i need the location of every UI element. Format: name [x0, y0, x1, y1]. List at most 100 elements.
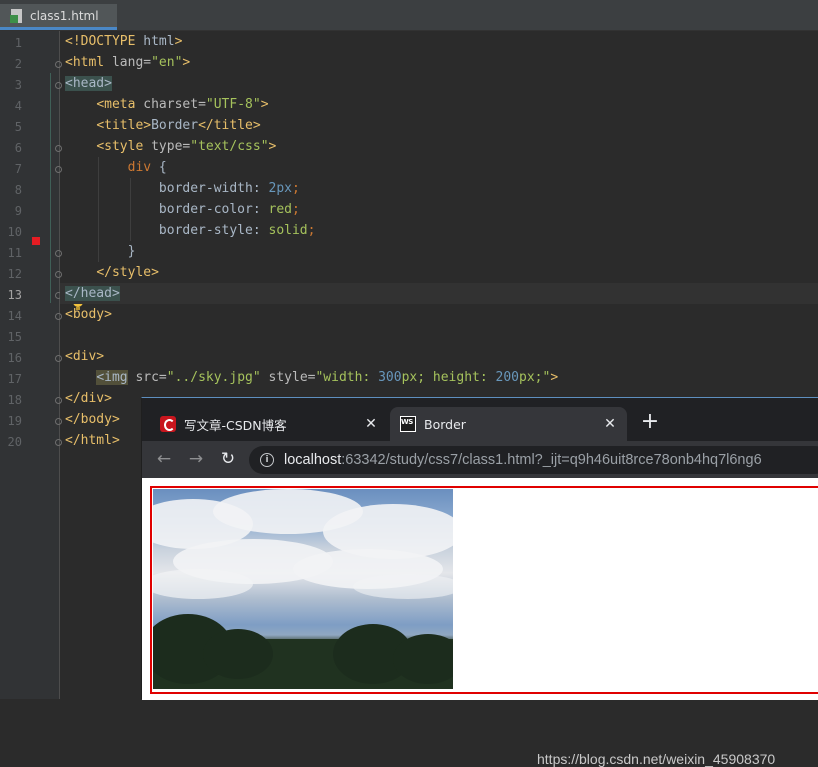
code-token: > — [174, 34, 183, 49]
code-line[interactable]: <html lang="en"> — [60, 52, 818, 73]
code-line[interactable]: border-color: red; — [60, 199, 818, 220]
reload-button[interactable]: ↻ — [218, 449, 238, 469]
code-token: <html — [65, 55, 112, 70]
address-bar[interactable]: i localhost:63342/study/css7/class1.html… — [249, 446, 818, 474]
browser-toolbar: ← → ↻ i localhost:63342/study/css7/class… — [142, 441, 818, 478]
browser-tab-label: Border — [424, 416, 466, 432]
line-number: 1 — [14, 36, 22, 50]
code-text: <head> — [65, 73, 112, 94]
url-host: localhost — [284, 452, 342, 468]
code-line[interactable]: div { — [60, 157, 818, 178]
code-line[interactable]: <title>Border</title> — [60, 115, 818, 136]
close-icon[interactable]: ✕ — [603, 416, 617, 432]
code-token: <body> — [65, 307, 112, 322]
code-line[interactable]: <meta charset="UTF-8"> — [60, 94, 818, 115]
code-token: ; — [291, 181, 300, 196]
code-text: <body> — [65, 304, 112, 325]
editor-tab-label: class1.html — [30, 8, 99, 23]
code-token: Border — [151, 118, 199, 133]
line-number: 14 — [7, 309, 22, 323]
code-token: solid — [268, 223, 308, 238]
code-token: </head> — [65, 286, 120, 301]
code-token: type= — [151, 139, 191, 154]
code-line[interactable]: </head> — [60, 283, 818, 304]
code-text: border-style: solid; — [65, 220, 316, 241]
line-number: 2 — [14, 57, 22, 71]
code-token: "../sky.jpg" — [166, 370, 261, 385]
forward-button[interactable]: → — [186, 449, 206, 469]
code-line[interactable]: </style> — [60, 262, 818, 283]
code-token: <meta — [96, 97, 144, 112]
code-token: > — [260, 97, 269, 112]
code-token: "text/css" — [190, 139, 269, 154]
page-content: https://blog.csdn.net/weixin_45908370 — [142, 478, 818, 767]
code-text: <img src="../sky.jpg" style="width: 300p… — [65, 367, 558, 388]
code-token: </style> — [96, 265, 159, 280]
browser-window: 写文章-CSDN博客 ✕ Border ✕ + ← → ↻ i localhos… — [141, 397, 818, 767]
line-number: 11 — [7, 246, 22, 260]
code-line[interactable]: } — [60, 241, 818, 262]
code-text: </div> — [65, 388, 112, 409]
code-line[interactable]: border-width: 2px; — [60, 178, 818, 199]
line-gutter[interactable]: 1 2 3 4 5 6 7 8 9 10 11 12 13 14 15 16 17 18 19 20 — [0, 31, 83, 699]
code-token: "width: — [315, 370, 379, 385]
info-icon[interactable]: i — [260, 453, 274, 467]
csdn-icon — [160, 416, 176, 432]
code-token: > — [268, 139, 277, 154]
code-line[interactable]: <style type="text/css"> — [60, 136, 818, 157]
line-number: 7 — [14, 162, 22, 176]
code-token: <head> — [65, 76, 112, 91]
watermark: https://blog.csdn.net/weixin_45908370 — [537, 751, 776, 767]
browser-tab-border[interactable]: Border ✕ — [390, 407, 627, 441]
code-text: border-color: red; — [65, 199, 300, 220]
line-number: 13 — [7, 288, 22, 302]
code-text: <meta charset="UTF-8"> — [65, 94, 269, 115]
line-number: 12 — [7, 267, 22, 281]
webstorm-icon — [400, 416, 416, 432]
browser-tab-csdn[interactable]: 写文章-CSDN博客 ✕ — [150, 407, 388, 441]
editor-tab-class1[interactable]: class1.html — [0, 4, 117, 30]
code-line[interactable] — [60, 325, 818, 346]
code-line[interactable]: border-style: solid; — [60, 220, 818, 241]
code-text: border-width: 2px; — [65, 178, 300, 199]
code-token: { — [151, 160, 167, 175]
head-scope-guide — [50, 73, 51, 303]
code-token: charset= — [143, 97, 206, 112]
line-number: 8 — [14, 183, 22, 197]
line-number: 16 — [7, 351, 22, 365]
code-line[interactable]: <div> — [60, 346, 818, 367]
code-line[interactable]: <body> — [60, 304, 818, 325]
breakpoint-icon[interactable] — [32, 237, 40, 245]
code-text: div { — [65, 157, 167, 178]
code-token: style= — [268, 370, 316, 385]
url-path: :63342/study/css7/class1.html?_ijt=q9h46… — [341, 452, 762, 468]
ide-window: { "ide": { "file_tab": "class1.html", "c… — [0, 0, 818, 767]
code-token: border-color: — [65, 202, 269, 217]
code-token: lang= — [111, 55, 152, 70]
code-token: ; — [307, 223, 316, 238]
sky-image — [153, 489, 453, 689]
line-number: 15 — [7, 330, 22, 344]
code-line[interactable]: <!DOCTYPE html> — [60, 31, 818, 52]
line-number: 19 — [7, 414, 22, 428]
code-token: "UTF-8" — [205, 97, 261, 112]
line-number: 17 — [7, 372, 22, 386]
code-line[interactable]: <head> — [60, 73, 818, 94]
new-tab-button[interactable]: + — [640, 411, 660, 433]
code-token: <style — [96, 139, 152, 154]
code-text: <div> — [65, 346, 104, 367]
code-token: "en" — [151, 55, 183, 70]
back-button[interactable]: ← — [154, 449, 174, 469]
close-icon[interactable]: ✕ — [364, 416, 378, 432]
code-line[interactable]: <img src="../sky.jpg" style="width: 300p… — [60, 367, 818, 388]
code-token: <img — [96, 370, 128, 385]
code-token: 2px — [268, 181, 292, 196]
code-text: </style> — [65, 262, 159, 283]
code-token: red — [268, 202, 292, 217]
line-number: 9 — [14, 204, 22, 218]
line-number: 3 — [14, 78, 22, 92]
